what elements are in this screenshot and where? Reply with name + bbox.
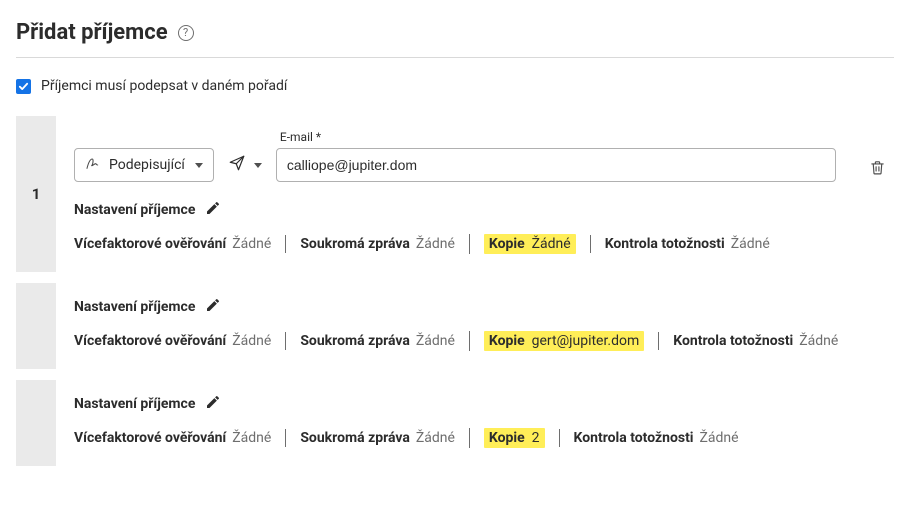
settings-title: Nastavení příjemce xyxy=(74,396,195,412)
recipient-settings-header: Nastavení příjemce xyxy=(74,200,894,220)
pencil-icon[interactable] xyxy=(205,297,221,317)
settings-summary: Vícefaktorové ověřování Žádné Soukromá z… xyxy=(74,428,894,448)
summary-copy: Kopie Žádné xyxy=(469,234,590,254)
add-recipients-section: Přidat příjemce ? Příjemci musí podepsat… xyxy=(0,0,910,507)
trash-icon[interactable] xyxy=(869,159,886,176)
chevron-down-icon xyxy=(254,163,262,168)
paper-plane-icon xyxy=(228,154,246,176)
drag-handle[interactable]: 1 xyxy=(16,116,56,272)
help-icon[interactable]: ? xyxy=(178,25,194,41)
summary-copy: Kopie gert@jupiter.dom xyxy=(469,331,658,351)
summary-mfa: Vícefaktorové ověřování Žádné xyxy=(74,332,285,350)
summary-mfa: Vícefaktorové ověřování Žádné xyxy=(74,429,285,447)
settings-title: Nastavení příjemce xyxy=(74,202,195,218)
summary-copy: Kopie 2 xyxy=(469,428,559,448)
recipient-card: Nastavení příjemce Vícefaktorové ověřová… xyxy=(16,283,894,370)
page-title: Přidat příjemce xyxy=(16,20,168,45)
recipient-order: 1 xyxy=(32,185,41,203)
summary-private-msg: Soukromá zpráva Žádné xyxy=(285,429,469,447)
sign-order-option[interactable]: Příjemci musí podepsat v daném pořadí xyxy=(16,78,894,94)
delivery-select[interactable] xyxy=(228,148,262,182)
recipient-card: 1 Podepisující xyxy=(16,116,894,273)
settings-summary: Vícefaktorové ověřování Žádné Soukromá z… xyxy=(74,331,894,351)
summary-id-check: Kontrola totožnosti Žádné xyxy=(590,235,784,253)
recipients-list: 1 Podepisující xyxy=(16,116,894,467)
summary-private-msg: Soukromá zpráva Žádné xyxy=(285,332,469,350)
drag-handle[interactable] xyxy=(16,283,56,369)
section-header: Přidat příjemce ? xyxy=(16,20,894,58)
settings-title: Nastavení příjemce xyxy=(74,299,195,315)
role-label: Podepisující xyxy=(109,157,185,173)
recipient-settings-header: Nastavení příjemce xyxy=(74,394,894,414)
summary-mfa: Vícefaktorové ověřování Žádné xyxy=(74,235,285,253)
sign-order-label: Příjemci musí podepsat v daném pořadí xyxy=(41,78,287,94)
drag-handle[interactable] xyxy=(16,380,56,466)
pencil-icon[interactable] xyxy=(205,394,221,414)
summary-id-check: Kontrola totožnosti Žádné xyxy=(559,429,753,447)
recipient-settings-header: Nastavení příjemce xyxy=(74,297,894,317)
recipient-card: Nastavení příjemce Vícefaktorové ověřová… xyxy=(16,380,894,467)
email-field[interactable] xyxy=(276,148,836,182)
chevron-down-icon xyxy=(195,163,203,168)
checkbox-checked-icon[interactable] xyxy=(16,79,31,94)
settings-summary: Vícefaktorové ověřování Žádné Soukromá z… xyxy=(74,234,894,254)
pencil-icon[interactable] xyxy=(205,200,221,220)
summary-private-msg: Soukromá zpráva Žádné xyxy=(285,235,469,253)
summary-id-check: Kontrola totožnosti Žádné xyxy=(658,332,852,350)
role-select[interactable]: Podepisující xyxy=(74,148,214,182)
signature-icon xyxy=(85,155,101,175)
email-label: E-mail * xyxy=(280,130,836,144)
